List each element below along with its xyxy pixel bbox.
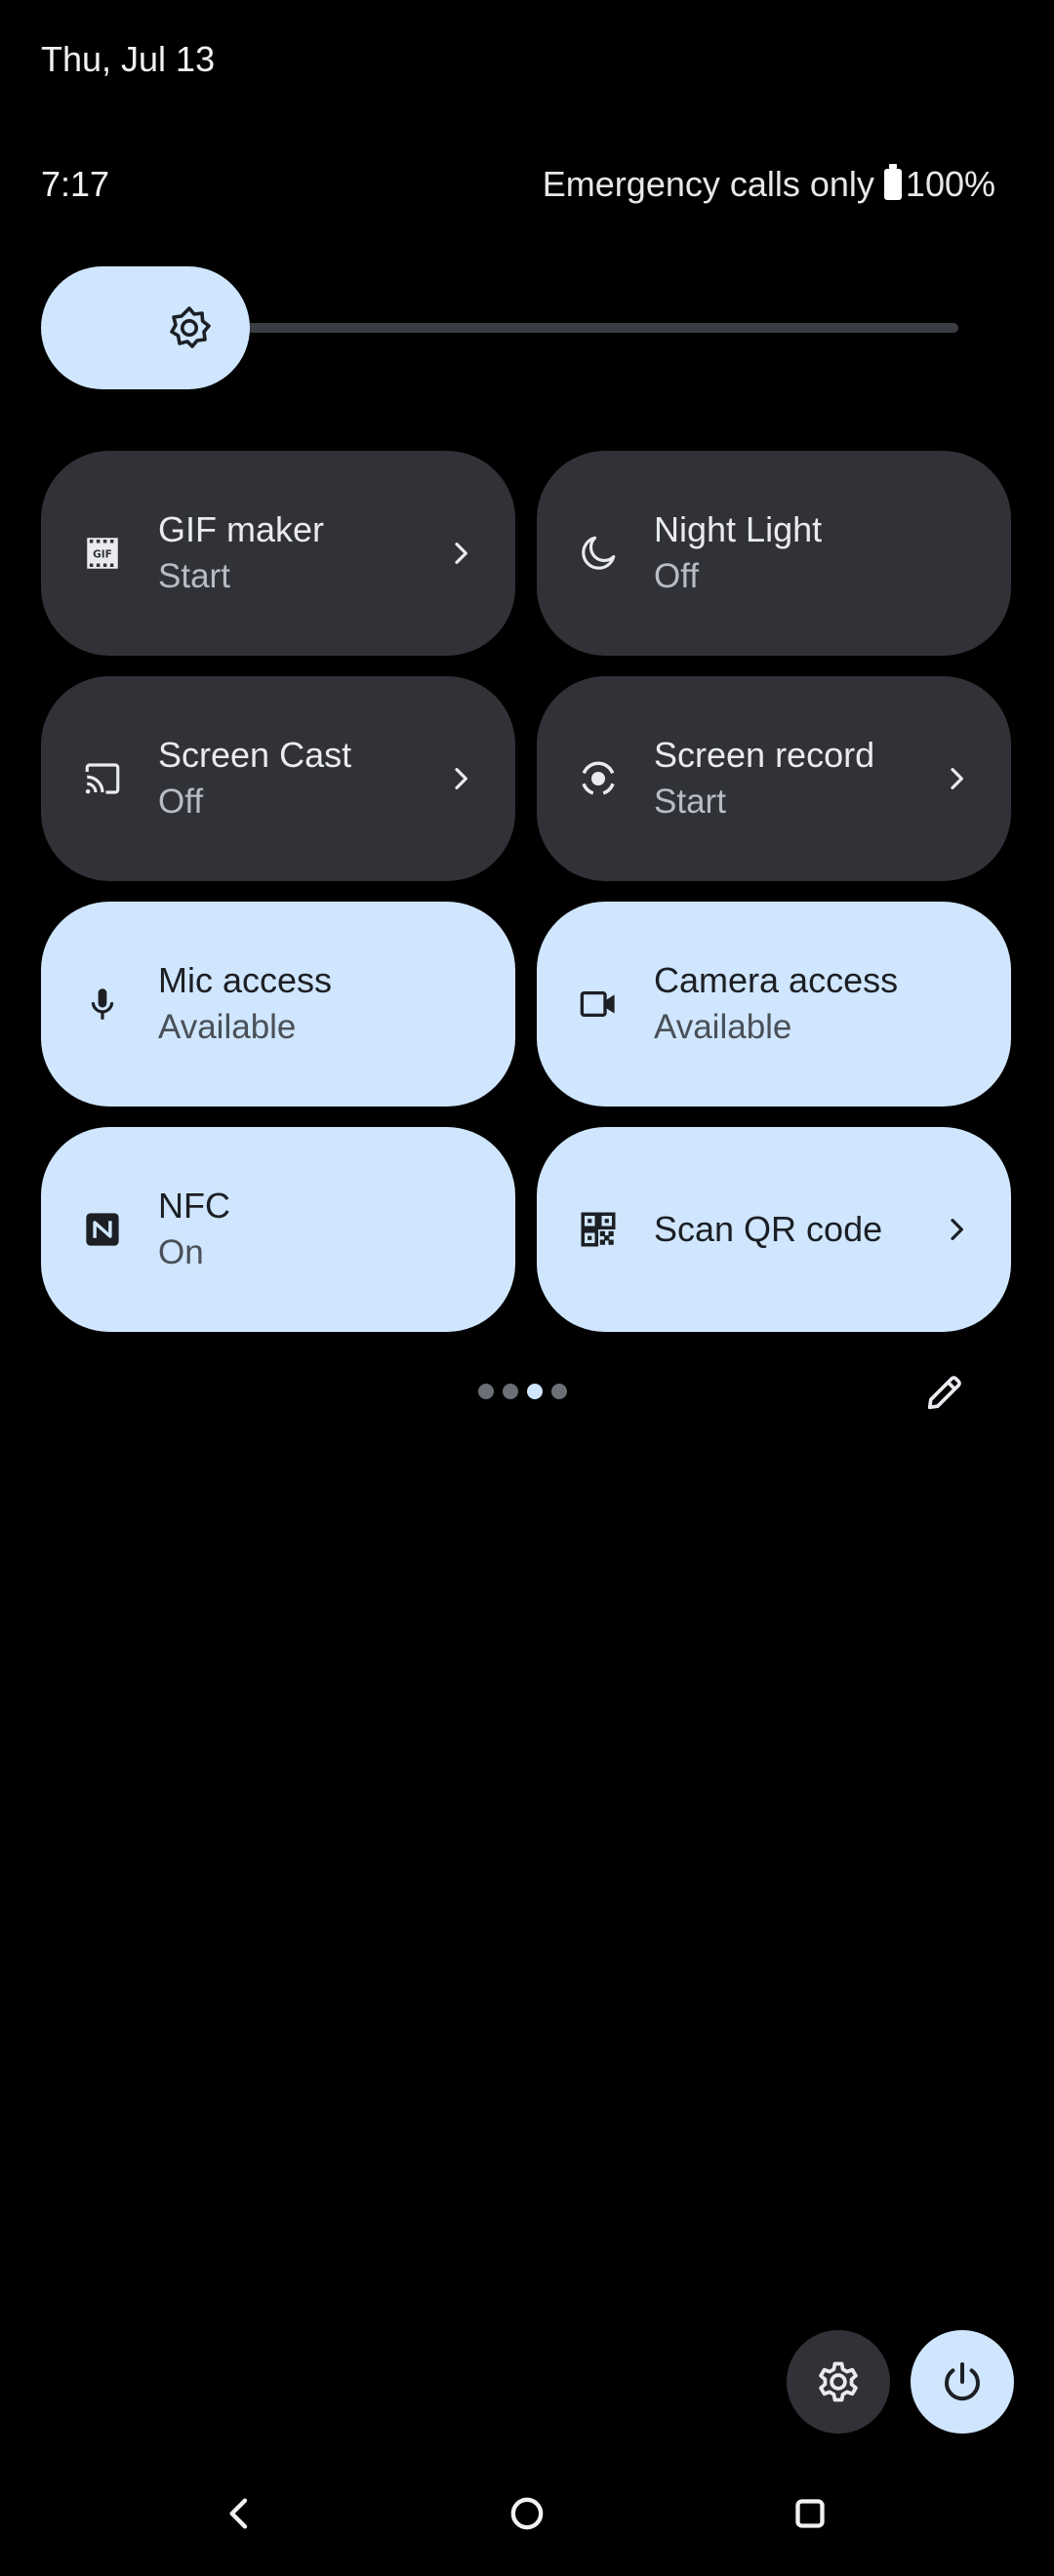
- chevron-right-icon: [951, 768, 963, 789]
- brightness-track[interactable]: [217, 323, 958, 333]
- page-dot: [503, 1384, 518, 1399]
- power-button[interactable]: [911, 2330, 1014, 2434]
- brightness-slider[interactable]: [41, 266, 958, 389]
- mic-icon: [91, 988, 114, 1020]
- chevron-right-icon: [455, 768, 467, 789]
- tile-nfc[interactable]: NFC On: [41, 1127, 515, 1332]
- screen-record-icon: [582, 761, 615, 795]
- tile-state: Start: [158, 557, 230, 595]
- moon-icon: [582, 536, 616, 570]
- tile-label: Scan QR code: [654, 1209, 883, 1249]
- camera-icon: [580, 990, 615, 1018]
- brightness-icon: [170, 306, 211, 348]
- tile-state: Off: [654, 557, 700, 595]
- page-indicator: [478, 1384, 567, 1399]
- tile-label: GIF maker: [158, 509, 325, 549]
- tile-state: On: [158, 1233, 204, 1271]
- tile-scan-qr-code[interactable]: Scan QR code: [537, 1127, 1011, 1332]
- nav-back-icon[interactable]: [221, 2494, 260, 2533]
- tile-camera-access[interactable]: Camera access Available: [537, 902, 1011, 1107]
- chevron-right-icon: [455, 543, 467, 564]
- tile-night-light[interactable]: Night Light Off: [537, 451, 1011, 656]
- tile-state: Off: [158, 783, 204, 821]
- tile-label: Screen record: [654, 735, 875, 775]
- tile-label: NFC: [158, 1186, 230, 1226]
- tile-label: Night Light: [654, 509, 823, 549]
- gif-icon: GIF: [87, 538, 118, 569]
- cast-icon: [85, 763, 120, 794]
- chevron-right-icon: [951, 1219, 963, 1240]
- tile-screen-cast[interactable]: Screen Cast Off: [41, 676, 515, 881]
- edit-pencil-icon[interactable]: [922, 1370, 967, 1415]
- tile-mic-access[interactable]: Mic access Available: [41, 902, 515, 1107]
- battery-percent: 100%: [905, 164, 995, 204]
- tile-label: Camera access: [654, 960, 899, 1000]
- network-status: Emergency calls only: [542, 164, 874, 204]
- tile-label: Mic access: [158, 960, 333, 1000]
- tile-label: Screen Cast: [158, 735, 352, 775]
- battery-indicator: 100%: [883, 164, 995, 205]
- gear-icon: [819, 2361, 858, 2402]
- nfc-icon: [86, 1213, 119, 1246]
- page-dot: [551, 1384, 567, 1399]
- nav-home-icon[interactable]: [507, 2494, 547, 2533]
- qr-code-icon: [581, 1212, 616, 1247]
- tile-state: Available: [654, 1008, 792, 1046]
- page-dot: [478, 1384, 494, 1399]
- tile-gif-maker[interactable]: GIF GIF maker Start: [41, 451, 515, 656]
- clock: 7:17: [41, 164, 110, 204]
- status-bar-right: Emergency calls only 100%: [543, 164, 995, 205]
- power-icon: [945, 2362, 980, 2401]
- brightness-thumb[interactable]: [41, 266, 250, 389]
- battery-icon: [883, 164, 902, 200]
- tile-state: Available: [158, 1008, 297, 1046]
- date: Thu, Jul 13: [41, 39, 216, 79]
- tile-state: Start: [654, 783, 726, 821]
- settings-button[interactable]: [787, 2330, 890, 2434]
- svg-text:GIF: GIF: [93, 548, 112, 560]
- nav-recents-icon[interactable]: [790, 2494, 830, 2533]
- tile-screen-record[interactable]: Screen record Start: [537, 676, 1011, 881]
- page-dot-active: [527, 1384, 543, 1399]
